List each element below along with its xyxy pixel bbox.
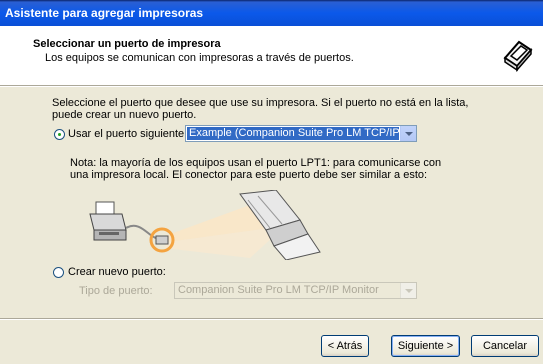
back-button[interactable]: < Atrás — [321, 335, 369, 357]
next-button[interactable]: Siguiente > — [391, 335, 460, 357]
window-title: Asistente para agregar impresoras — [0, 0, 543, 26]
note-text: Nota: la mayoría de los equipos usan el … — [70, 157, 442, 169]
port-select-value: Example (Companion Suite Pro LM TCP/IP M… — [187, 127, 399, 140]
use-existing-port-label[interactable]: Usar el puerto siguiente: — [68, 128, 187, 140]
page-title: Seleccionar un puerto de impresora — [33, 38, 221, 50]
printer-icon — [89, 201, 127, 241]
radio-selected-dot — [58, 133, 61, 136]
parallel-port-connector-illustration — [89, 190, 321, 260]
port-type-select-value: Companion Suite Pro LM TCP/IP Monitor — [178, 284, 379, 296]
intro-text: puede crear un nuevo puerto. — [52, 109, 197, 121]
port-type-select[interactable]: Companion Suite Pro LM TCP/IP Monitor — [174, 282, 417, 299]
cancel-button[interactable]: Cancelar — [471, 335, 539, 357]
port-select[interactable]: Example (Companion Suite Pro LM TCP/IP M… — [185, 125, 417, 142]
create-new-port-label[interactable]: Crear nuevo puerto: — [68, 266, 166, 278]
page-subtitle: Los equipos se comunican con impresoras … — [45, 52, 354, 64]
footer-divider-highlight — [0, 319, 543, 320]
chevron-down-icon[interactable] — [400, 283, 416, 298]
chevron-down-icon[interactable] — [400, 126, 416, 141]
wizard-header: Seleccionar un puerto de impresora Los e… — [0, 26, 543, 86]
port-type-label: Tipo de puerto: — [79, 285, 153, 297]
note-text: una impresora local. El conector para es… — [70, 169, 428, 181]
intro-text: Seleccione el puerto que desee que use s… — [52, 97, 469, 109]
printer-wizard-icon — [499, 36, 535, 72]
create-new-port-radio[interactable] — [53, 267, 64, 278]
use-existing-port-radio[interactable] — [54, 129, 65, 140]
header-divider — [0, 86, 543, 87]
